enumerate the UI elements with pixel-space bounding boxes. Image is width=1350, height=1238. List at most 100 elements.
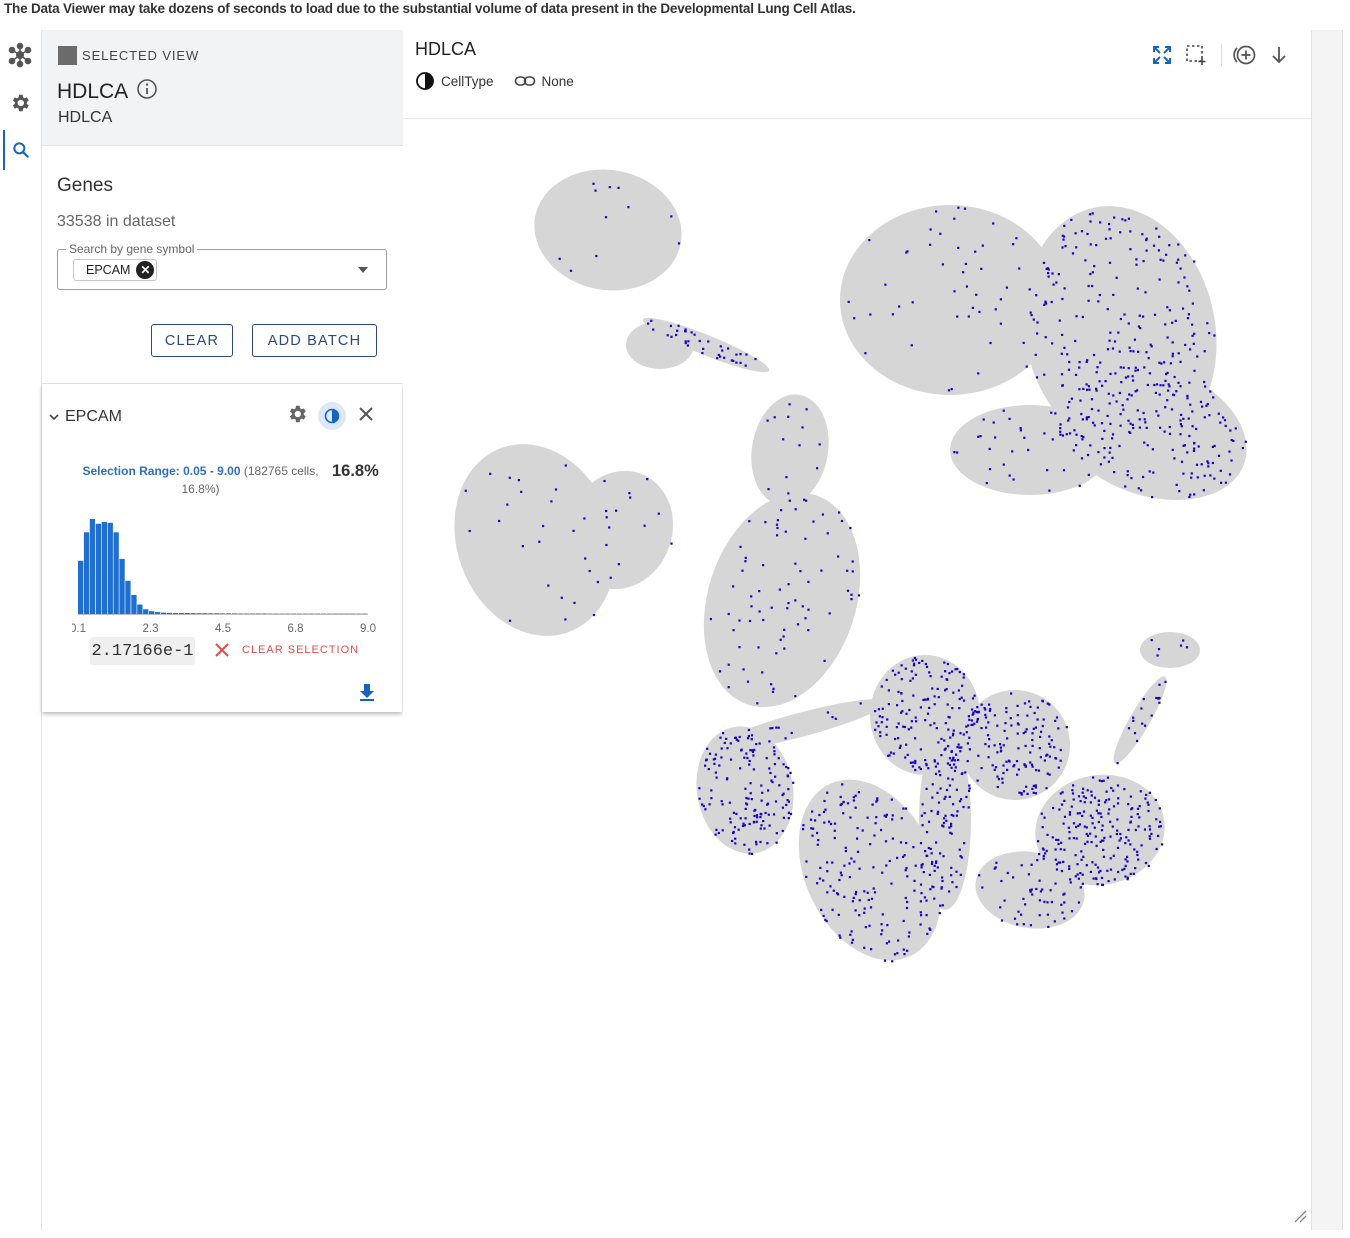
resize-handle-icon[interactable] (1291, 1207, 1307, 1228)
expressing-cell (920, 814, 923, 817)
expressing-cell (1163, 430, 1166, 433)
expressing-cell (1208, 332, 1211, 335)
expressing-cell (826, 791, 829, 794)
expressing-cell (1016, 704, 1019, 707)
expressing-cell (863, 890, 866, 893)
dropdown-caret-icon[interactable] (358, 267, 368, 273)
expressing-cell (1147, 864, 1150, 867)
color-contrast-icon[interactable] (318, 402, 346, 430)
expressing-cell (1085, 864, 1088, 867)
expressing-cell (960, 746, 963, 749)
threshold-value[interactable]: 2.17166e-1 (90, 637, 195, 665)
add-batch-button[interactable]: ADD BATCH (252, 324, 377, 357)
expressing-cell (1023, 702, 1027, 705)
expressing-cell (1127, 375, 1130, 378)
expressing-cell (790, 731, 793, 735)
expressing-cell (868, 239, 871, 242)
expressing-cell (926, 712, 930, 715)
link-indicator[interactable]: None (514, 74, 574, 89)
expressing-cell (721, 349, 724, 352)
expressing-cell (775, 652, 778, 655)
expressing-cell (914, 658, 918, 661)
expressing-cell (1109, 835, 1112, 838)
expressing-cell (737, 828, 740, 831)
expressing-cell (920, 914, 923, 917)
scatterplot-canvas[interactable] (403, 119, 1311, 1230)
add-view-icon[interactable] (1228, 42, 1262, 68)
expressing-cell (714, 833, 717, 836)
clear-selection-button[interactable]: CLEAR SELECTION (214, 642, 359, 658)
expressing-cell (925, 762, 928, 766)
expressing-cell (727, 663, 730, 666)
expressing-cell (958, 800, 962, 803)
expressing-cell (1159, 426, 1162, 429)
expressing-cell (754, 357, 757, 361)
cell-cluster (534, 169, 682, 291)
expressing-cell (1136, 739, 1139, 743)
download-arrow-icon[interactable] (1262, 42, 1296, 68)
expressing-cell (1129, 422, 1132, 425)
expressing-cell (1223, 419, 1227, 422)
expressing-cell (1143, 418, 1146, 421)
expressing-cell (1013, 917, 1017, 920)
expressing-cell (1059, 848, 1062, 851)
gene-chip-label: EPCAM (86, 263, 131, 277)
expressing-cell (1148, 372, 1151, 375)
expressing-cell (978, 310, 981, 313)
expressing-cell (1179, 644, 1183, 647)
expressing-cell (941, 263, 944, 266)
network-icon[interactable] (4, 35, 36, 75)
expressing-cell (1031, 732, 1034, 735)
download-icon[interactable] (358, 682, 376, 707)
expressing-cell (1099, 361, 1102, 364)
expressing-cell (572, 529, 575, 532)
expressing-cell (1042, 857, 1045, 860)
expressing-cell (1078, 366, 1081, 369)
expressing-cell (1042, 854, 1045, 858)
expressing-cell (863, 946, 866, 949)
expressing-cell (1126, 860, 1129, 863)
expressing-cell (1034, 792, 1037, 795)
gene-card-header[interactable]: EPCAM (48, 408, 122, 426)
expressing-cell (744, 556, 747, 559)
expressing-cell (748, 520, 751, 523)
fit-view-icon[interactable] (1145, 42, 1179, 68)
chip-remove-icon[interactable]: ✕ (136, 261, 155, 279)
expressing-cell (963, 842, 966, 845)
gene-chip[interactable]: EPCAM ✕ (73, 259, 158, 281)
expressing-cell (569, 269, 573, 272)
expressing-cell (1182, 417, 1185, 420)
expressing-cell (999, 743, 1002, 746)
expressing-cell (1128, 346, 1131, 349)
expressing-cell (903, 854, 906, 857)
expressing-cell (1158, 807, 1161, 810)
expressing-cell (778, 784, 781, 787)
expressing-cell (1121, 868, 1124, 871)
gear-icon[interactable] (4, 83, 36, 123)
close-icon[interactable] (356, 404, 376, 429)
expressing-cell (869, 313, 872, 316)
page-scrollbar[interactable] (1311, 30, 1343, 1230)
gear-icon[interactable] (286, 403, 308, 430)
gene-search-input[interactable]: Search by gene symbol EPCAM ✕ (57, 242, 387, 290)
expressing-cell (957, 246, 960, 249)
expressing-cell (1101, 883, 1104, 887)
expressing-cell (820, 908, 823, 911)
expressing-cell (781, 794, 784, 797)
info-icon[interactable] (136, 78, 158, 106)
expressing-cell (1035, 769, 1038, 772)
lasso-select-icon[interactable] (1179, 42, 1213, 68)
chevron-down-icon[interactable] (48, 411, 60, 423)
expressing-cell (748, 619, 752, 623)
histogram-bar (220, 613, 226, 614)
expressing-cell (900, 678, 903, 681)
expressing-cell (904, 667, 907, 670)
expressing-cell (1087, 473, 1090, 476)
expression-histogram[interactable]: 0.1 2.3 4.5 6.8 9.0 (72, 502, 382, 634)
expressing-cell (1031, 765, 1034, 768)
color-by-indicator[interactable]: CellType (415, 71, 494, 91)
clear-button[interactable]: CLEAR (151, 324, 233, 357)
expressing-cell (1046, 772, 1049, 775)
search-icon[interactable] (3, 130, 37, 170)
expressing-cell (914, 759, 917, 763)
